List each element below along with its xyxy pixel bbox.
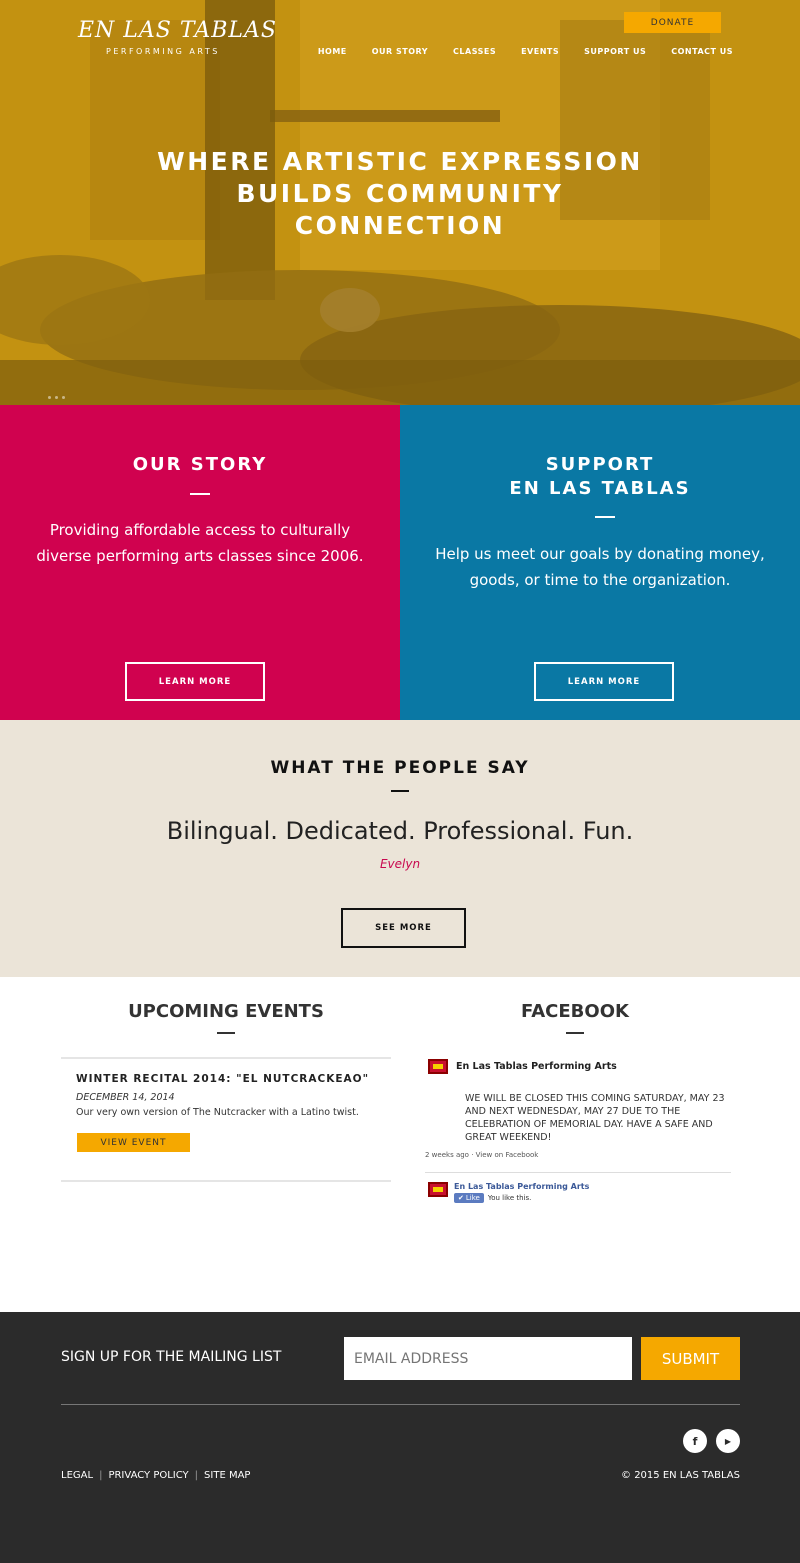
donate-button[interactable]: DONATE (624, 12, 721, 33)
nav-item-home[interactable]: HOME (318, 47, 347, 56)
nav-item-our-story[interactable]: OUR STORY (372, 47, 428, 56)
support-panel: SUPPORT EN LAS TABLAS Help us meet our g… (400, 405, 800, 720)
facebook-like-page-name[interactable]: En Las Tablas Performing Arts (454, 1182, 589, 1191)
facebook-like-avatar[interactable] (428, 1182, 448, 1197)
facebook-meta-separator: · (471, 1151, 474, 1159)
support-title-line-1: SUPPORT (545, 454, 655, 475)
our-story-divider (190, 493, 210, 495)
main-nav: HOME OUR STORY CLASSES EVENTS SUPPORT US… (293, 47, 733, 56)
view-on-facebook-link[interactable]: View on Facebook (476, 1151, 539, 1159)
our-story-panel: OUR STORY Providing affordable access to… (0, 405, 400, 720)
facebook-page-avatar[interactable] (428, 1059, 448, 1074)
support-divider (595, 516, 615, 518)
facebook-like-status: You like this. (487, 1194, 532, 1202)
facebook-divider-line (425, 1172, 731, 1173)
facebook-like-button[interactable]: ✔ Like (454, 1193, 484, 1203)
site-logo[interactable]: EN LAS TABLAS PERFORMING ARTS (78, 18, 277, 56)
facebook-post-meta: 2 weeks ago · View on Facebook (425, 1151, 538, 1159)
hero-title-line-2: BUILDS COMMUNITY (236, 179, 564, 208)
facebook-post-age: 2 weeks ago (425, 1151, 469, 1159)
check-icon: ✔ (458, 1194, 464, 1202)
facebook-post-text: WE WILL BE CLOSED THIS COMING SATURDAY, … (465, 1093, 725, 1143)
footer-link-privacy-policy[interactable]: PRIVACY POLICY (108, 1470, 188, 1481)
email-input[interactable] (344, 1337, 632, 1380)
testimonial-author: Evelyn (379, 857, 421, 871)
footer-link-legal[interactable]: LEGAL (61, 1470, 93, 1481)
see-more-button[interactable]: SEE MORE (341, 908, 466, 948)
event-description: Our very own version of The Nutcracker w… (76, 1107, 359, 1118)
upcoming-events-title: UPCOMING EVENTS (128, 1001, 324, 1022)
our-story-title: OUR STORY (132, 454, 268, 475)
hero-title: WHERE ARTISTIC EXPRESSION BUILDS COMMUNI… (0, 146, 800, 242)
footer-divider (61, 1404, 740, 1405)
slider-dot[interactable] (55, 396, 58, 399)
facebook-divider (566, 1032, 584, 1034)
nav-item-contact-us[interactable]: CONTACT US (671, 47, 733, 56)
facebook-like-label: Like (465, 1194, 480, 1202)
hero-title-line-3: CONNECTION (294, 211, 506, 240)
youtube-icon[interactable]: ▶ (716, 1429, 740, 1453)
event-date: DECEMBER 14, 2014 (76, 1092, 175, 1103)
nav-item-events[interactable]: EVENTS (521, 47, 559, 56)
our-story-text: Providing affordable access to culturall… (0, 517, 400, 569)
submit-button[interactable]: SUBMIT (641, 1337, 740, 1380)
hero-section: EN LAS TABLAS PERFORMING ARTS DONATE HOM… (0, 0, 800, 405)
support-learn-more-button[interactable]: LEARN MORE (534, 662, 674, 701)
facebook-page-header: En Las Tablas Performing Arts (428, 1059, 617, 1074)
slider-dot[interactable] (62, 396, 65, 399)
logo-tagline: PERFORMING ARTS (106, 47, 220, 56)
facebook-page-name[interactable]: En Las Tablas Performing Arts (456, 1061, 617, 1072)
support-text-line-1: Help us meet our goals by donating money… (435, 545, 765, 563)
event-item: WINTER RECITAL 2014: "EL NUTCRACKEAO" DE… (61, 1057, 391, 1182)
facebook-like-box: En Las Tablas Performing Arts ✔ Like You… (428, 1182, 589, 1203)
support-text-line-2: goods, or time to the organization. (469, 571, 731, 589)
our-story-text-line-1: Providing affordable access to culturall… (49, 521, 351, 539)
slider-dots (48, 396, 65, 399)
support-title: SUPPORT EN LAS TABLAS (400, 453, 800, 501)
hero-title-line-1: WHERE ARTISTIC EXPRESSION (157, 147, 643, 176)
testimonial-section: WHAT THE PEOPLE SAY Bilingual. Dedicated… (0, 720, 800, 977)
view-event-button[interactable]: VIEW EVENT (77, 1133, 190, 1152)
events-facebook-section: UPCOMING EVENTS WINTER RECITAL 2014: "EL… (0, 977, 800, 1312)
footer-links: LEGAL | PRIVACY POLICY | SITE MAP (61, 1470, 250, 1481)
site-footer: SIGN UP FOR THE MAILING LIST SUBMIT f ▶ … (0, 1312, 800, 1563)
support-title-line-2: EN LAS TABLAS (509, 478, 691, 499)
nav-item-support-us[interactable]: SUPPORT US (584, 47, 646, 56)
facebook-icon[interactable]: f (683, 1429, 707, 1453)
our-story-text-line-2: diverse performing arts classes since 20… (36, 547, 364, 565)
event-name[interactable]: WINTER RECITAL 2014: "EL NUTCRACKEAO" (76, 1073, 369, 1085)
testimonial-title: WHAT THE PEOPLE SAY (270, 758, 530, 778)
mailing-list-label: SIGN UP FOR THE MAILING LIST (61, 1349, 282, 1365)
support-text: Help us meet our goals by donating money… (400, 541, 800, 593)
footer-link-site-map[interactable]: SITE MAP (204, 1470, 250, 1481)
upcoming-events-divider (217, 1032, 235, 1034)
feature-panels: OUR STORY Providing affordable access to… (0, 405, 800, 720)
testimonial-quote: Bilingual. Dedicated. Professional. Fun. (166, 817, 634, 845)
testimonial-divider (391, 790, 409, 792)
facebook-title: FACEBOOK (521, 1001, 629, 1022)
nav-item-classes[interactable]: CLASSES (453, 47, 496, 56)
our-story-learn-more-button[interactable]: LEARN MORE (125, 662, 265, 701)
logo-wordmark: EN LAS TABLAS (78, 18, 277, 43)
slider-dot[interactable] (48, 396, 51, 399)
copyright-text: © 2015 EN LAS TABLAS (621, 1470, 740, 1481)
footer-link-separator: | (194, 1470, 199, 1481)
footer-link-separator: | (99, 1470, 103, 1481)
